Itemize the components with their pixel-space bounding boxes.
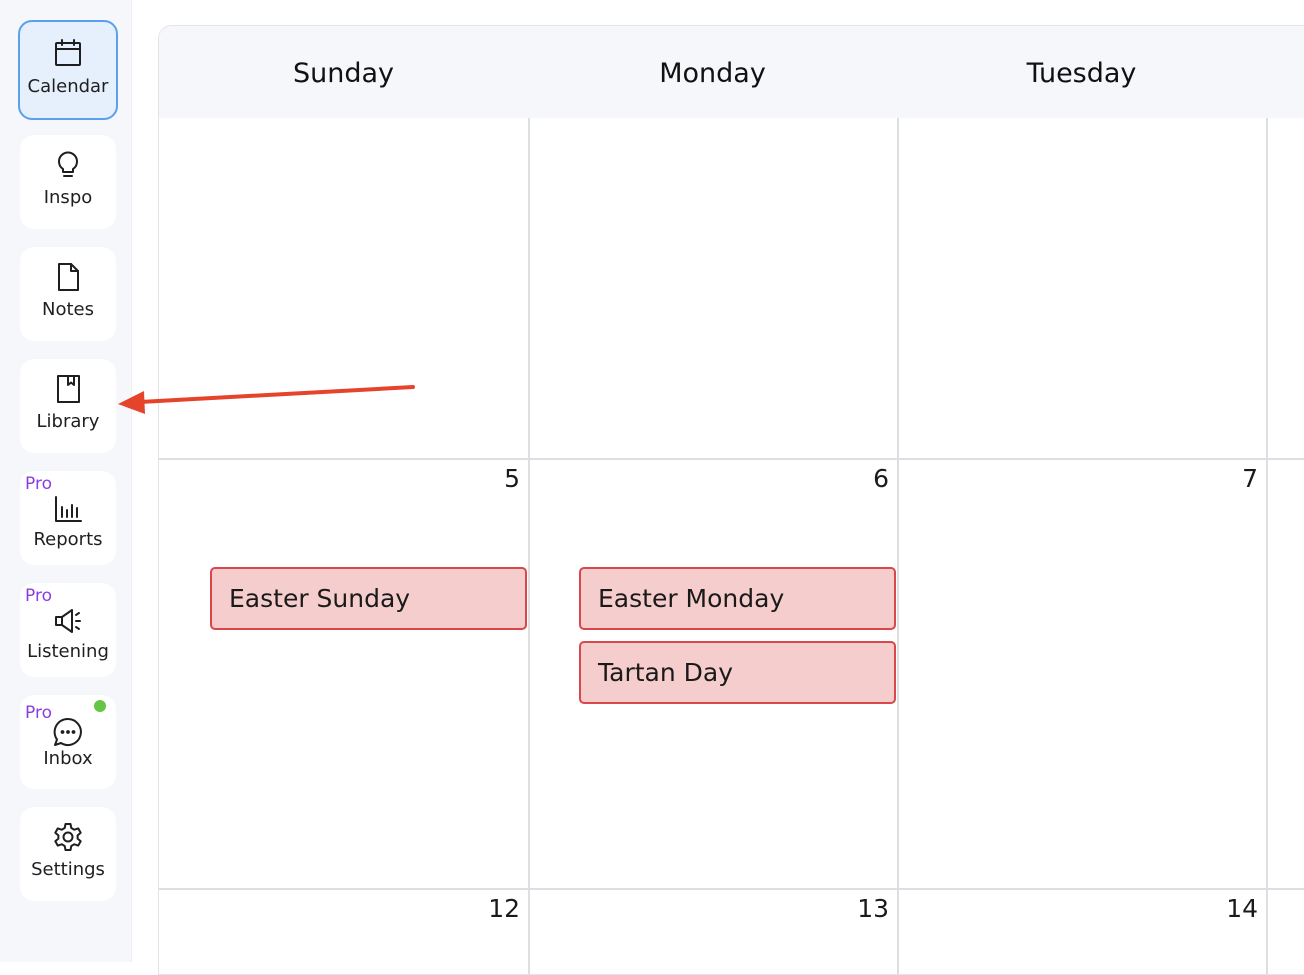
event-easter-sunday[interactable]: Easter Sunday bbox=[210, 567, 527, 630]
row-divider bbox=[159, 888, 1304, 890]
column-divider bbox=[528, 118, 530, 974]
sidebar-item-settings[interactable]: Settings bbox=[20, 807, 116, 901]
calendar-icon bbox=[52, 37, 84, 69]
column-divider bbox=[1266, 118, 1268, 974]
pro-badge: Pro bbox=[25, 474, 52, 494]
lightbulb-icon bbox=[52, 149, 84, 181]
sidebar-item-reports[interactable]: Pro Reports bbox=[20, 471, 116, 565]
date-cell-number: 13 bbox=[857, 894, 889, 923]
sidebar-item-inbox[interactable]: Pro Inbox bbox=[20, 695, 116, 789]
date-cell-number: 5 bbox=[504, 464, 520, 493]
gear-icon bbox=[52, 821, 84, 853]
day-header-sunday: Sunday bbox=[292, 58, 395, 89]
date-cell-number: 7 bbox=[1242, 464, 1258, 493]
sidebar-item-label: Notes bbox=[42, 299, 94, 320]
sidebar-item-calendar[interactable]: Calendar bbox=[18, 20, 118, 120]
sidebar-item-label: Inbox bbox=[43, 748, 93, 769]
sidebar-item-label: Settings bbox=[31, 859, 105, 880]
sidebar-item-label: Inspo bbox=[43, 187, 93, 208]
notification-dot bbox=[94, 700, 106, 712]
date-cell-number: 14 bbox=[1226, 894, 1258, 923]
date-cell-number: 6 bbox=[873, 464, 889, 493]
chat-bubble-icon bbox=[52, 716, 84, 748]
row-divider bbox=[159, 458, 1304, 460]
document-icon bbox=[52, 261, 84, 293]
sidebar-item-notes[interactable]: Notes bbox=[20, 247, 116, 341]
sidebar-item-label: Library bbox=[36, 411, 100, 432]
calendar-header: Sunday Monday Tuesday bbox=[159, 26, 1304, 118]
pro-badge: Pro bbox=[25, 703, 52, 723]
bar-chart-icon bbox=[52, 493, 84, 525]
sidebar-item-listening[interactable]: Pro Listening bbox=[20, 583, 116, 677]
megaphone-icon bbox=[52, 605, 84, 637]
event-tartan-day[interactable]: Tartan Day bbox=[579, 641, 896, 704]
sidebar-item-label: Reports bbox=[33, 529, 103, 550]
bookmark-book-icon bbox=[52, 373, 84, 405]
sidebar-nav: Calendar Inspo Notes Library Pro Reports… bbox=[0, 0, 132, 962]
sidebar-item-label: Listening bbox=[27, 641, 109, 662]
day-header-tuesday: Tuesday bbox=[1026, 58, 1137, 89]
sidebar-item-inspo[interactable]: Inspo bbox=[20, 135, 116, 229]
day-header-monday: Monday bbox=[659, 58, 766, 89]
sidebar-item-label: Calendar bbox=[27, 76, 109, 97]
calendar-grid: Sunday Monday Tuesday 5 6 7 12 13 14 Eas… bbox=[158, 25, 1304, 975]
sidebar-item-library[interactable]: Library bbox=[20, 359, 116, 453]
event-easter-monday[interactable]: Easter Monday bbox=[579, 567, 896, 630]
pro-badge: Pro bbox=[25, 586, 52, 606]
column-divider bbox=[897, 118, 899, 974]
date-cell-number: 12 bbox=[488, 894, 520, 923]
